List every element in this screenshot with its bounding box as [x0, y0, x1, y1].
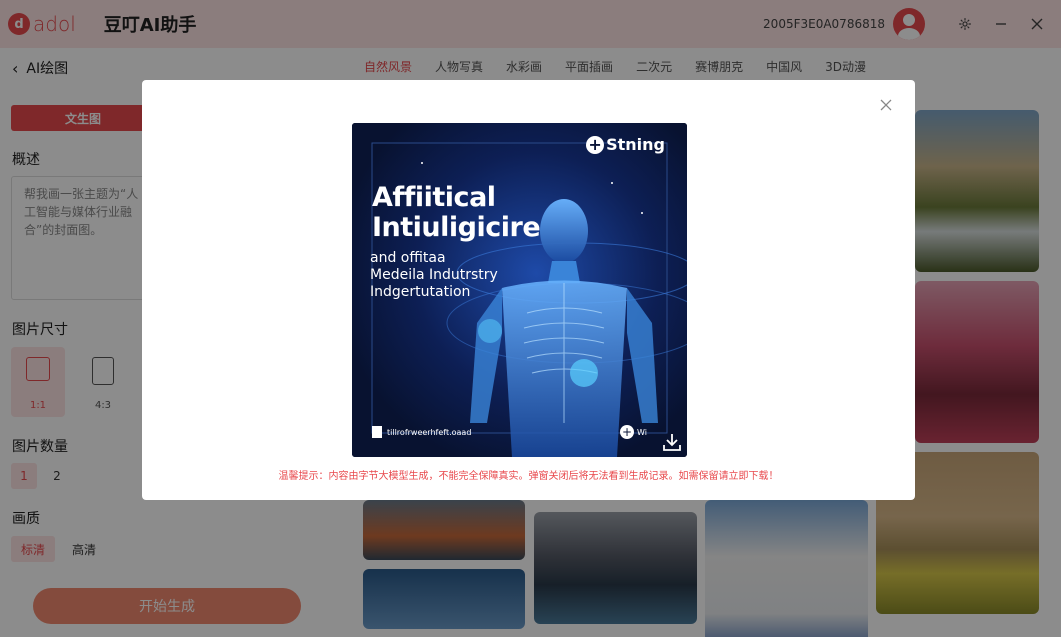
poster-subtitle-line: and offitaa: [370, 250, 446, 266]
warning-text: 温馨提示：内容由字节大模型生成，不能完全保障真实。弹窗关闭后将无法看到生成记录。…: [278, 471, 779, 482]
poster-footer-text: tillrofrweerhfeft.oaad: [387, 427, 472, 437]
poster-subtitle-line: Indgertutation: [370, 284, 471, 300]
poster-subtitle: and offitaa Medeila Indutrstry Indgertut…: [370, 250, 498, 301]
modal-close-button[interactable]: [875, 94, 897, 116]
poster-corner-text: Wi: [637, 427, 647, 437]
generated-image: + Stning Affiitical Intiuligicire and of…: [352, 123, 687, 457]
close-icon: [880, 99, 892, 111]
poster-title: Affiitical Intiuligicire: [372, 182, 541, 243]
result-modal: + Stning Affiitical Intiuligicire and of…: [142, 80, 915, 500]
poster-corner: + Wi: [620, 425, 647, 439]
poster-subtitle-line: Medeila Indutrstry: [370, 267, 498, 283]
plus-circle-icon: +: [586, 135, 605, 154]
plus-circle-icon: +: [620, 425, 635, 439]
download-icon: [663, 434, 681, 451]
poster-footer: tillrofrweerhfeft.oaad: [372, 426, 471, 438]
poster-brand-text: Stning: [606, 135, 665, 154]
poster-brand: + Stning: [586, 135, 665, 154]
poster-title-line: Affiitical: [372, 182, 496, 213]
download-button[interactable]: [661, 431, 683, 453]
poster-title-line: Intiuligicire: [372, 212, 541, 243]
poster-footer-mark-icon: [372, 426, 382, 438]
